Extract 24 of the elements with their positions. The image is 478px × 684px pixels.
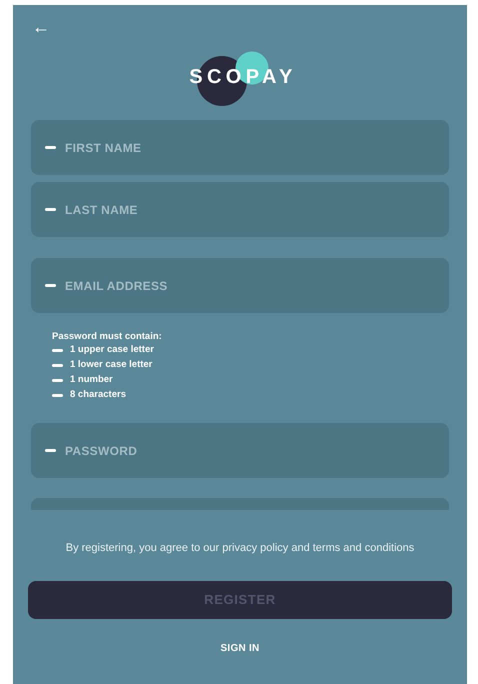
rule-text: 1 number (70, 373, 113, 388)
dash-icon (52, 379, 63, 382)
rule-text: 1 upper case letter (70, 343, 154, 358)
input-field[interactable]: FIRST NAME (31, 120, 449, 175)
text-input[interactable]: PASSWORD (65, 442, 435, 460)
dash-icon (52, 364, 63, 367)
text-input[interactable]: FIRST NAME (65, 138, 435, 156)
rules-title: Password must contain: (52, 330, 163, 343)
text-input[interactable]: LAST NAME (65, 200, 435, 218)
dash-icon (45, 208, 56, 211)
dash-icon (52, 394, 63, 397)
rule-text: 8 characters (70, 388, 126, 402)
input-field[interactable]: PASSWORD (31, 423, 449, 478)
back-button[interactable]: ← (32, 18, 50, 36)
dash-icon (45, 146, 56, 149)
dash-icon (52, 349, 63, 352)
input-field[interactable]: EMAIL ADDRESS (31, 258, 449, 313)
dash-icon (45, 284, 56, 287)
dash-icon (45, 449, 56, 452)
input-field[interactable]: LAST NAME (31, 182, 449, 237)
terms-text: By registering, you agree to our privacy policy and terms and conditions (64, 541, 416, 556)
rule-text: 1 lower case letter (70, 358, 152, 372)
sign-in-link[interactable]: SIGN IN (220, 640, 260, 656)
text-input[interactable]: EMAIL ADDRESS (65, 276, 435, 294)
